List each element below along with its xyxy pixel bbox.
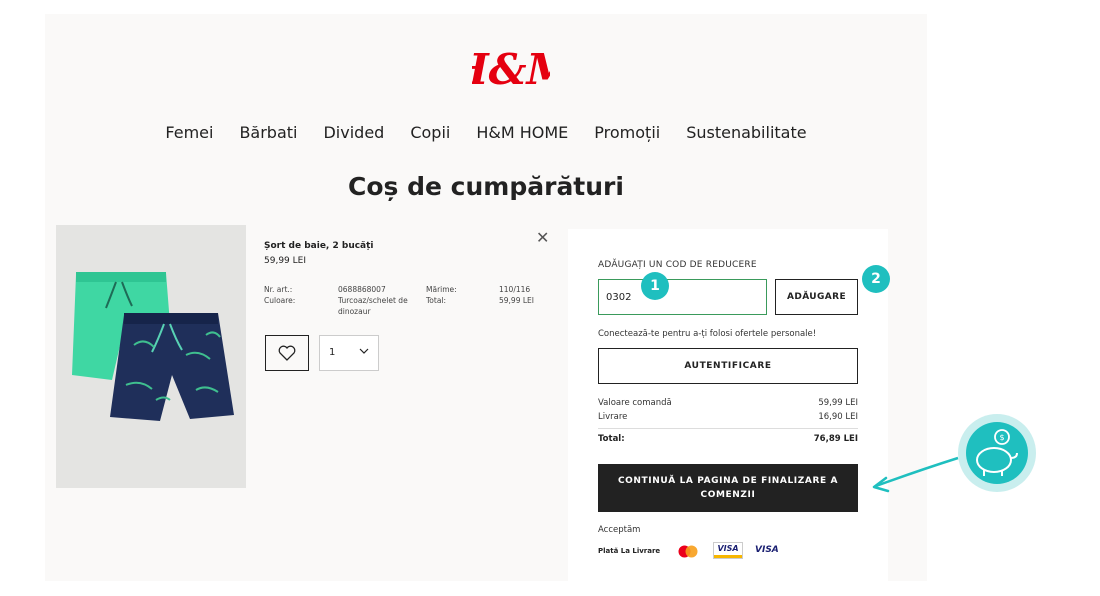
nav-item-divided[interactable]: Divided [323,123,384,142]
payment-cod: Plată La Livrare [598,547,661,555]
nav-item-hm-home[interactable]: H&M HOME [476,123,568,142]
nav-item-copii[interactable]: Copii [410,123,450,142]
product-name[interactable]: Șort de baie, 2 bucăți [264,241,374,251]
quantity-select[interactable]: 1 [319,335,379,371]
login-button[interactable]: AUTENTIFICARE [598,348,858,384]
size-label: Mărime: [426,285,457,294]
page-title: Coș de cumpărături [348,172,624,201]
order-value: 59,99 LEI [818,398,858,408]
art-label: Nr. art.: [264,285,293,294]
piggy-bank-icon: $ [958,414,1036,492]
checkout-button[interactable]: CONTINUĂ LA PAGINA DE FINALIZARE A COMEN… [598,464,858,512]
heart-icon [278,345,296,361]
annotation-badge-2: 2 [862,265,890,293]
nav-item-barbati[interactable]: Bărbati [239,123,297,142]
main-nav: Femei Bărbati Divided Copii H&M HOME Pro… [45,123,927,142]
quantity-value: 1 [329,347,336,358]
order-value-row: Valoare comandă 59,99 LEI [598,398,858,408]
mastercard-icon [678,545,698,558]
nav-item-promotii[interactable]: Promoții [594,123,660,142]
product-image[interactable] [56,225,246,488]
summary-divider [598,428,858,429]
login-message: Conectează-te pentru a-ți folosi ofertel… [598,329,817,339]
favorite-button[interactable] [265,335,309,371]
visa-card-icon: VISA [713,542,743,559]
svg-text:$: $ [999,433,1004,442]
total-row: Total: 76,89 LEI [598,434,858,444]
accept-label: Acceptăm [598,525,641,535]
delivery-value: 16,90 LEI [818,412,858,422]
product-price: 59,99 LEI [264,256,306,266]
close-icon[interactable]: ✕ [536,228,549,247]
annotation-badge-1: 1 [641,272,669,300]
size-value: 110/116 [499,285,531,294]
total-value: 76,89 LEI [813,434,858,444]
visa-bar [714,555,742,558]
nav-item-sustenabilitate[interactable]: Sustenabilitate [686,123,806,142]
visa-icon: VISA [755,545,779,555]
color-value: Turcoaz/schelet de dinozaur [338,296,408,316]
order-value-label: Valoare comandă [598,398,672,408]
nav-item-femei[interactable]: Femei [165,123,213,142]
product-total-value: 59,99 LEI [499,296,534,305]
discount-code-input[interactable] [598,279,767,315]
delivery-label: Livrare [598,412,628,422]
color-label: Culoare: [264,296,296,305]
swim-shorts-illustration [72,272,234,421]
discount-code-label: ADĂUGAȚI UN COD DE REDUCERE [598,260,757,270]
svg-text:H&M: H&M [472,45,550,94]
total-label: Total: [598,434,625,444]
delivery-row: Livrare 16,90 LEI [598,412,858,422]
art-value: 0688868007 [338,285,386,294]
chevron-down-icon [359,348,369,354]
product-total-label: Total: [426,296,447,305]
add-discount-button[interactable]: ADĂUGARE [775,279,858,315]
visa-label-1: VISA [717,544,739,553]
hm-logo[interactable]: H&M [472,40,550,94]
